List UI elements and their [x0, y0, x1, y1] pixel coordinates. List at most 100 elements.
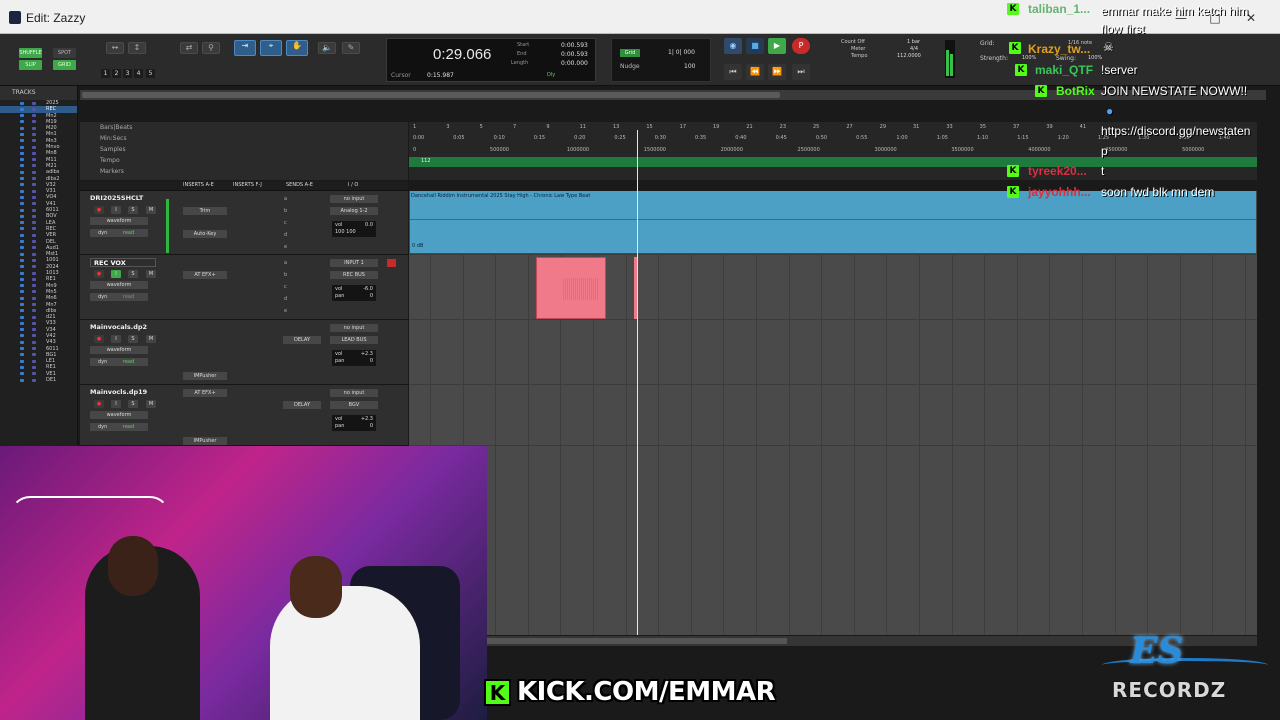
track-show-hide-icon[interactable] [20, 208, 24, 212]
track-show-hide-icon[interactable] [20, 195, 24, 199]
output-selector[interactable]: LEAD BUS [330, 336, 378, 344]
track-show-hide-icon[interactable] [20, 290, 24, 294]
track-show-hide-icon[interactable] [20, 365, 24, 369]
track-show-hide-icon[interactable] [20, 202, 24, 206]
horizontal-scroll-thumb[interactable] [487, 638, 787, 644]
track-show-hide-icon[interactable] [20, 258, 24, 262]
zoom-preset-4[interactable]: 4 [134, 69, 143, 78]
beat-audio-region[interactable]: Dancehall Riddim Instrumental 2025 Stay … [410, 191, 1256, 253]
track-lane-4[interactable] [409, 385, 1257, 446]
tracks-list-item[interactable]: DE1 [0, 377, 77, 383]
record-enable-icon[interactable]: ● [94, 270, 104, 278]
inserts-ae-header[interactable]: INSERTS A-E [183, 182, 214, 188]
play-icon[interactable]: ▶ [768, 38, 786, 54]
volume-pan-display[interactable]: vol -6.0 pan 0 [332, 285, 376, 301]
ruler-label-minsecs[interactable]: Min:Secs [80, 133, 408, 144]
track-show-hide-icon[interactable] [20, 145, 24, 149]
playhead-cursor[interactable] [637, 130, 638, 635]
nudge-value[interactable]: 100 [684, 63, 695, 70]
send-slots[interactable]: abcde [284, 193, 287, 253]
rewind-icon[interactable]: ⏮ [724, 64, 742, 80]
input-selector[interactable]: no input [330, 324, 378, 332]
insert-b[interactable]: Auto-Key [183, 230, 227, 238]
vol-value[interactable]: 0.0 [365, 222, 373, 229]
rewind-fast-icon[interactable]: ⏪ [746, 64, 764, 80]
track-show-hide-icon[interactable] [20, 233, 24, 237]
track-name[interactable]: DRI2025SHCLT [90, 194, 156, 203]
vol-value[interactable]: +2.3 [361, 416, 373, 423]
insert-e[interactable]: IMPusher [183, 372, 227, 380]
track-show-hide-icon[interactable] [20, 183, 24, 187]
track-show-hide-icon[interactable] [20, 132, 24, 136]
mute-button[interactable]: M [146, 206, 156, 214]
track-dri2025shclt[interactable]: DRI2025SHCLT ● I S M waveform dyn read T… [80, 191, 408, 255]
track-show-hide-icon[interactable] [20, 303, 24, 306]
send-slots[interactable]: abcde [284, 257, 287, 317]
track-rec-vox[interactable]: REC VOX ● I S M waveform dyn read AT EFX… [80, 255, 408, 320]
track-view-selector[interactable]: waveform [90, 411, 148, 419]
track-show-hide-icon[interactable] [20, 340, 24, 344]
track-show-hide-icon[interactable] [20, 353, 24, 357]
track-show-hide-icon[interactable] [20, 164, 24, 168]
shuffle-mode-button[interactable]: SHUFFLE [19, 48, 42, 58]
region-gain[interactable]: 0 dB [412, 243, 423, 249]
automation-mode[interactable]: dyn read [90, 229, 148, 237]
meter-value[interactable]: 4/4 [910, 46, 918, 52]
pan-value[interactable]: 0 [370, 358, 373, 365]
input-monitor-button[interactable]: I [111, 206, 121, 214]
input-monitor-button[interactable]: I [111, 335, 121, 343]
track-mainvocals-dp2[interactable]: Mainvocals.dp2 ● I S M waveform dyn read… [80, 320, 408, 385]
track-show-hide-icon[interactable] [20, 347, 24, 351]
mute-button[interactable]: M [146, 400, 156, 408]
volume-pan-display[interactable]: vol 0.0 100 100 [332, 221, 376, 237]
forward-icon[interactable]: ⏭ [792, 64, 810, 80]
output-selector[interactable]: Analog 1-2 [330, 207, 378, 215]
zoom-preset-3[interactable]: 3 [123, 69, 132, 78]
track-show-hide-icon[interactable] [20, 309, 24, 313]
track-show-hide-icon[interactable] [20, 277, 24, 281]
selector-tool-icon[interactable]: ⌖ [260, 40, 282, 56]
automation-mode[interactable]: dyn read [90, 423, 148, 431]
scrubber-tool-icon[interactable]: 🔈 [318, 42, 336, 54]
zoom-preset-2[interactable]: 2 [112, 69, 121, 78]
slip-mode-button[interactable]: SLIP [19, 60, 42, 70]
track-show-hide-icon[interactable] [20, 252, 24, 256]
solo-button[interactable]: S [128, 270, 138, 278]
solo-button[interactable]: S [128, 206, 138, 214]
recording-region[interactable] [536, 257, 606, 319]
grid-mode-button[interactable]: GRID [53, 60, 76, 70]
record-enable-icon[interactable]: ● [94, 335, 104, 343]
solo-button[interactable]: S [128, 400, 138, 408]
automation-mode[interactable]: dyn read [90, 358, 148, 366]
record-enable-icon[interactable]: ● [94, 400, 104, 408]
start-value[interactable]: 0:00.593 [561, 42, 588, 49]
track-show-hide-icon[interactable] [20, 227, 24, 231]
track-show-hide-icon[interactable] [20, 246, 24, 250]
trim-tool-icon[interactable]: ⇥ [234, 40, 256, 56]
inserts-fj-header[interactable]: INSERTS F-J [233, 182, 262, 188]
input-selector[interactable]: no input [330, 389, 378, 397]
online-icon[interactable]: ◉ [724, 38, 742, 54]
record-enable-icon[interactable]: ● [94, 206, 104, 214]
vol-value[interactable]: -6.0 [363, 286, 373, 293]
output-selector[interactable]: REC BUS [330, 271, 378, 279]
track-mainvocls-dp19[interactable]: Mainvocls.dp19 ● I S M waveform dyn read… [80, 385, 408, 446]
forward-fast-icon[interactable]: ⏩ [768, 64, 786, 80]
ruler-label-markers[interactable]: Markers [80, 166, 408, 177]
sends-ae-header[interactable]: SENDS A-E [286, 182, 313, 188]
insert-a[interactable]: Trim [183, 207, 227, 215]
track-show-hide-icon[interactable] [20, 101, 24, 105]
zoom-preset-5[interactable]: 5 [146, 69, 155, 78]
zoomer-tool-icon[interactable]: ⇄ [180, 42, 198, 54]
track-view-selector[interactable]: waveform [90, 217, 148, 225]
mute-button[interactable]: M [146, 335, 156, 343]
output-selector[interactable]: BGV [330, 401, 378, 409]
stop-icon[interactable]: ■ [746, 38, 764, 54]
magnifier-icon[interactable]: ⚲ [202, 42, 220, 54]
overview-thumb[interactable] [82, 92, 780, 98]
track-show-hide-icon[interactable] [20, 170, 24, 174]
send-b[interactable]: DELAY [283, 336, 321, 344]
track-show-hide-icon[interactable] [20, 221, 24, 225]
track-show-hide-icon[interactable] [20, 126, 24, 130]
main-counter[interactable]: 0:29.066 Cursor 0:15.987 Start 0:00.593 … [386, 38, 596, 82]
